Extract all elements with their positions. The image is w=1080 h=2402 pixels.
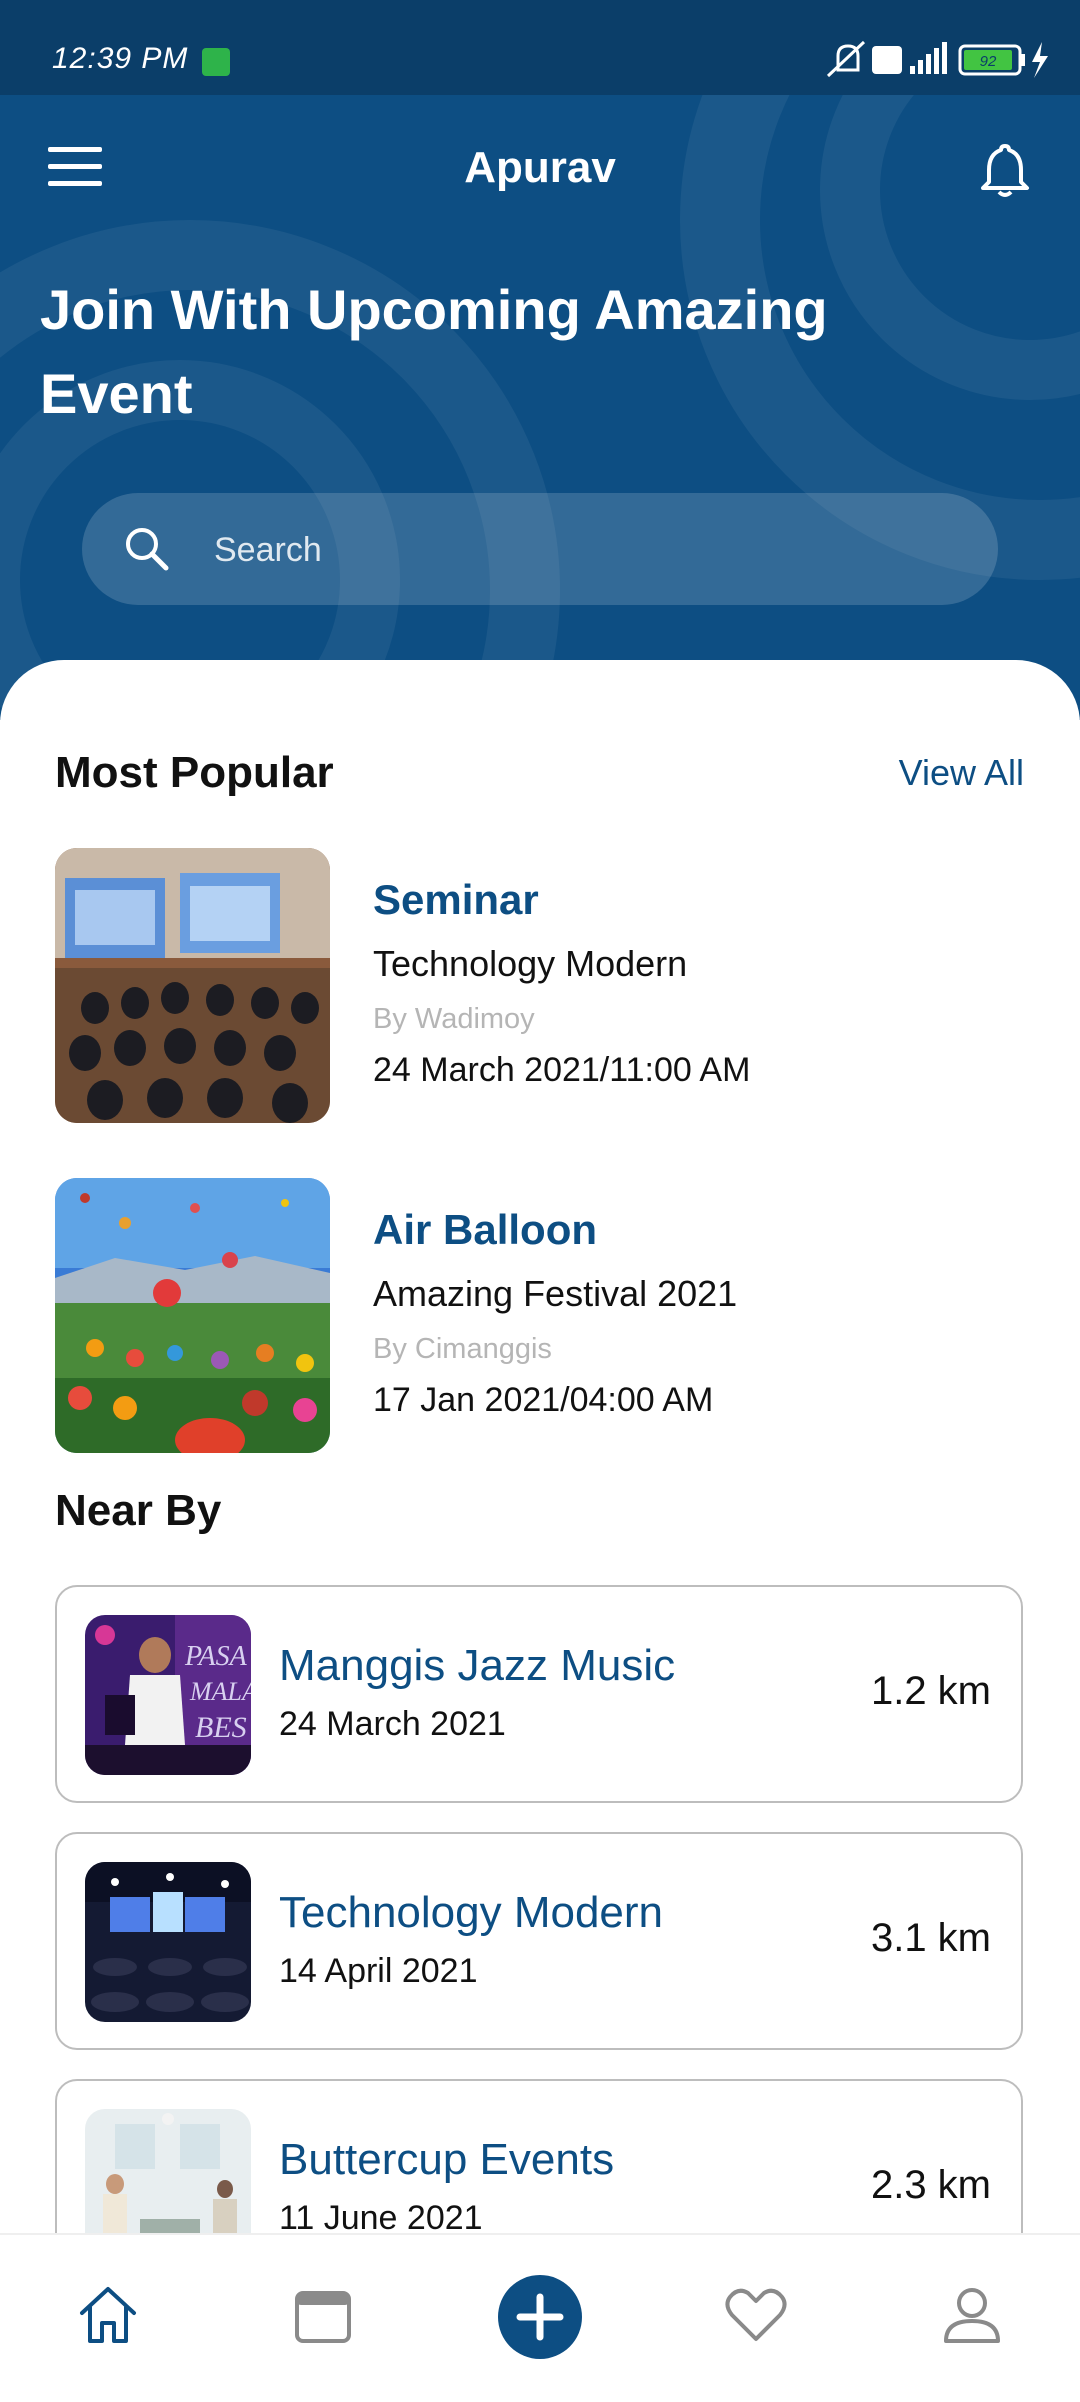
nearby-event-title: Technology Modern [279,1888,664,1937]
event-subtitle: Amazing Festival 2021 [373,1273,738,1314]
status-icons: 92 [826,40,1048,78]
event-organizer: By Cimanggis [373,1333,552,1365]
notification-bell-icon[interactable] [975,140,1035,200]
nearby-event-title: Manggis Jazz Music [279,1641,676,1690]
nearby-event-date: 24 March 2021 [279,1705,506,1743]
conference-hall-photo [85,1862,251,2022]
svg-text:92: 92 [980,53,997,70]
nearby-event-card[interactable]: Technology Modern 14 April 2021 3.1 km [55,1832,1023,2050]
svg-text:MALA: MALA [189,1677,251,1706]
notification-app-icon [202,48,230,76]
app-title: Apurav [464,143,616,192]
mute-icon [826,40,866,78]
nearby-event-distance: 2.3 km [870,2163,991,2207]
svg-text:BES: BES [195,1711,247,1744]
most-popular-title: Most Popular [55,748,334,797]
event-subtitle: Technology Modern [373,943,688,984]
nearby-event-title: Buttercup Events [279,2135,615,2184]
search-bar[interactable] [82,493,998,605]
popular-event-card[interactable]: Air Balloon Amazing Festival 2021 By Cim… [55,1178,1035,1453]
search-input[interactable] [212,519,916,581]
nearby-event-card[interactable]: PASA MALA BES Manggis Jazz Music 24 Marc… [55,1585,1023,1803]
view-all-link[interactable]: View All [899,752,1024,794]
seminar-photo [55,848,330,1123]
volte-icon [872,46,902,74]
profile-icon[interactable] [932,2275,1012,2355]
balloon-festival-photo [55,1178,330,1453]
search-icon [126,528,169,571]
top-app-bar: Apurav [0,95,1080,245]
event-date: 24 March 2021/11:00 AM [373,1051,751,1089]
jazz-concert-photo: PASA MALA BES [85,1615,251,1775]
event-title: Seminar [373,876,539,923]
nearby-event-date: 14 April 2021 [279,1952,478,1990]
popular-event-card[interactable]: Seminar Technology Modern By Wadimoy 24 … [55,848,1035,1123]
add-icon [516,2293,564,2341]
svg-text:PASA: PASA [184,1641,248,1672]
battery-icon: 92 [958,44,1025,76]
favorite-icon[interactable] [716,2275,796,2355]
signal-icon [910,42,947,74]
status-time: 12:39 PM [52,42,189,75]
add-event-button[interactable] [498,2275,582,2359]
nearby-event-distance: 3.1 km [870,1916,991,1960]
event-title: Air Balloon [373,1206,598,1253]
charging-icon [1032,42,1048,78]
event-organizer: By Wadimoy [373,1003,535,1035]
calendar-icon[interactable] [283,2275,363,2355]
near-by-title: Near By [55,1486,222,1535]
nearby-event-distance: 1.2 km [870,1669,991,1713]
event-date: 17 Jan 2021/04:00 AM [373,1381,714,1419]
hero-headline: Join With Upcoming Amazing Event [40,278,828,425]
bottom-navigation [0,2233,1080,2402]
status-bar: 12:39 PM 92 [0,0,1080,95]
home-icon[interactable] [68,2275,148,2355]
